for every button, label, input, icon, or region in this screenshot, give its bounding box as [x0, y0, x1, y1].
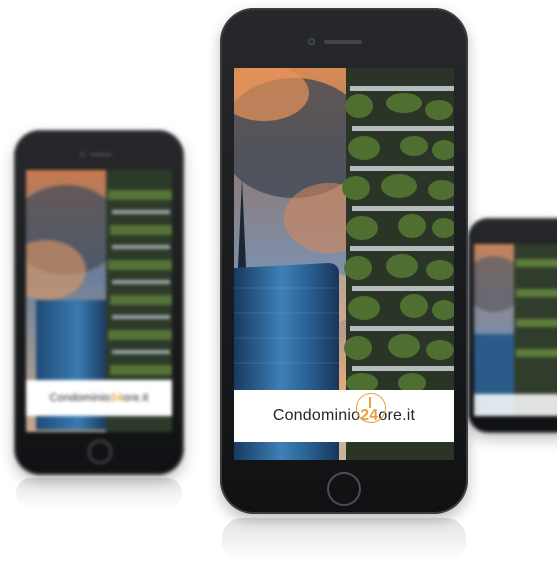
phone-left: Condominio24ore.it — [14, 130, 184, 475]
phone-right — [468, 218, 557, 433]
city-photo-right — [474, 244, 557, 416]
brand-name-part1: Condominio — [49, 392, 111, 404]
reflection-left — [16, 478, 182, 508]
clock-icon: 24 — [356, 393, 387, 425]
brand-name-part2: ore.it — [122, 392, 149, 404]
phone-center: Condominio 24ore.it — [220, 8, 468, 514]
brand-logo-text: Condominio24ore.it — [272, 393, 415, 425]
home-button[interactable] — [327, 472, 361, 506]
home-button[interactable] — [88, 440, 112, 464]
brand-banner-right — [474, 394, 557, 416]
screen-right — [474, 244, 557, 416]
brand-name-part1: Condominio — [272, 407, 361, 424]
brand-banner: Condominio24ore.it — [234, 390, 454, 442]
camera-icon — [308, 38, 315, 45]
brand-name-accent: 24 — [110, 392, 123, 404]
speaker-grill — [324, 40, 362, 44]
screen-left: Condominio24ore.it — [26, 170, 172, 432]
brand-banner: Condominio24ore.it — [26, 380, 172, 416]
speaker-grill — [90, 153, 112, 156]
brand-logo-text: Condominio24ore.it — [50, 392, 149, 404]
screen-center: Condominio 24ore.it — [234, 68, 454, 460]
brand-name-accent: 24 — [360, 407, 379, 424]
reflection-center — [222, 518, 466, 562]
camera-icon — [80, 152, 85, 157]
